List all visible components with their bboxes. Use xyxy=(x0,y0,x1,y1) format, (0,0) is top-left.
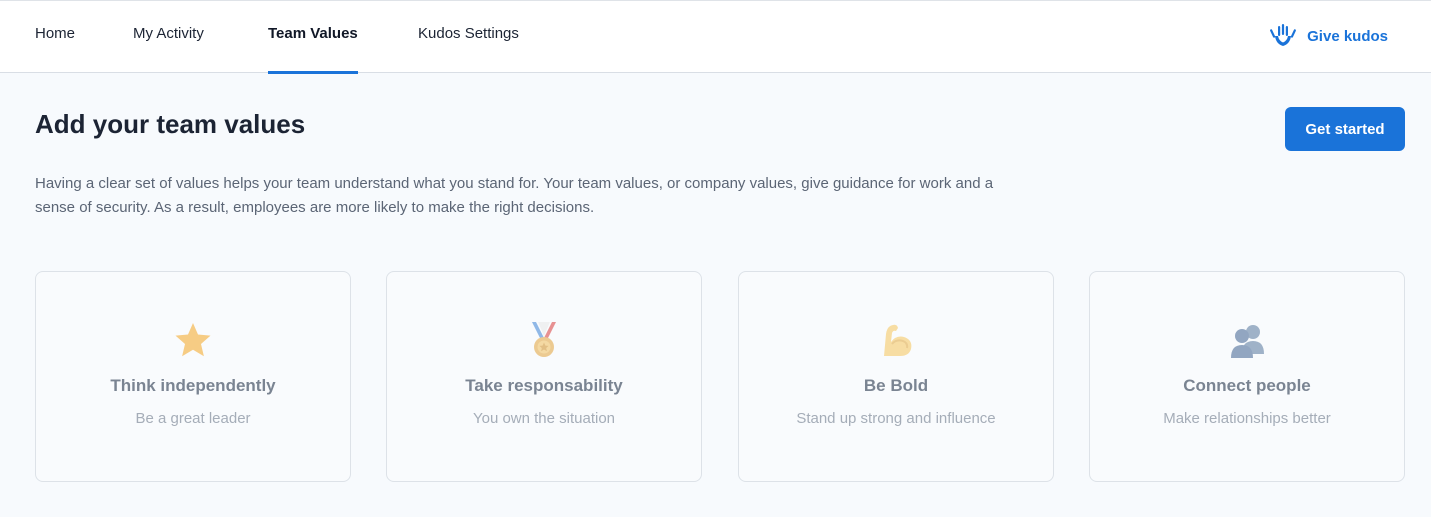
value-title: Connect people xyxy=(1183,376,1311,395)
page-description: Having a clear set of values helps your … xyxy=(35,175,994,216)
value-title: Think independently xyxy=(110,376,276,395)
tab-my-activity[interactable]: My Activity xyxy=(133,1,204,73)
value-subtitle: Make relationships better xyxy=(1163,410,1331,427)
value-card-be-bold: Be Bold Stand up strong and influence xyxy=(738,271,1054,482)
value-card-take-responsability: Take responsability You own the situatio… xyxy=(386,271,702,482)
value-card-think-independently: Think independently Be a great leader xyxy=(35,271,351,482)
tab-kudos-settings[interactable]: Kudos Settings xyxy=(418,1,519,73)
value-card-connect-people: Connect people Make relationships better xyxy=(1089,271,1405,482)
flexed-biceps-icon xyxy=(876,320,916,360)
medal-icon xyxy=(524,320,564,360)
value-subtitle: You own the situation xyxy=(472,410,616,427)
page-title: Add your team values xyxy=(35,109,306,139)
tab-home[interactable]: Home xyxy=(35,1,75,73)
raised-hands-icon xyxy=(1269,22,1297,50)
value-subtitle: Stand up strong and influence xyxy=(796,410,996,427)
give-kudos-label: Give kudos xyxy=(1307,27,1388,45)
tab-team-values[interactable]: Team Values xyxy=(268,1,358,74)
value-title: Take responsability xyxy=(465,376,623,395)
give-kudos-button[interactable]: Give kudos xyxy=(1269,21,1388,51)
value-title: Be Bold xyxy=(863,376,929,395)
top-navigation: Home My Activity Team Values Kudos Setti… xyxy=(0,0,1431,74)
people-silhouettes-icon xyxy=(1227,320,1267,360)
get-started-button[interactable]: Get started xyxy=(1285,107,1405,151)
value-subtitle: Be a great leader xyxy=(135,410,251,427)
star-icon xyxy=(173,320,213,360)
